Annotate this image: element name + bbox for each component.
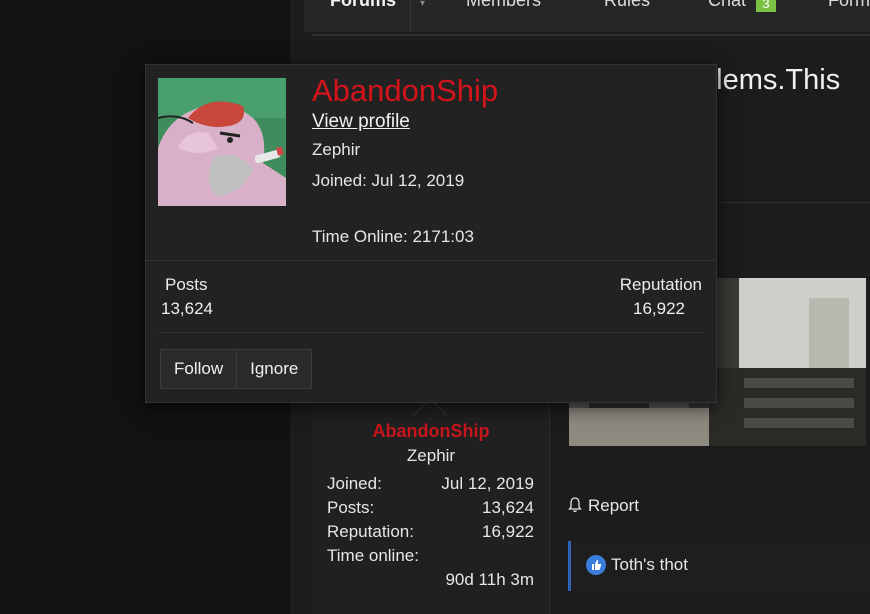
- avatar[interactable]: [158, 78, 286, 206]
- nav-rules[interactable]: Rules: [604, 0, 650, 16]
- nav-separator: [410, 0, 411, 32]
- popup-joined: Joined: Jul 12, 2019: [312, 171, 465, 190]
- view-profile-link[interactable]: View profile: [312, 111, 410, 133]
- section-divider: [720, 202, 870, 203]
- stat-label: Reputation:: [327, 522, 414, 541]
- popup-reputation-label: Reputation: [619, 275, 702, 294]
- popup-button-group: Follow Ignore: [160, 349, 313, 389]
- ignore-button[interactable]: Ignore: [236, 350, 312, 388]
- stat-value: 16,922: [482, 522, 534, 541]
- popup-username[interactable]: AbandonShip: [312, 73, 498, 109]
- stat-label: Joined:: [327, 474, 382, 493]
- nav-forms[interactable]: Forms: [828, 0, 870, 16]
- popup-time-online: Time Online: 2171:03: [312, 227, 474, 246]
- follow-button[interactable]: Follow: [161, 350, 237, 388]
- stat-label: Time online:: [327, 546, 419, 565]
- popup-posts-label: Posts: [165, 275, 208, 294]
- like-icon: [586, 555, 606, 575]
- report-link[interactable]: Report: [568, 496, 639, 516]
- popup-divider: [158, 332, 704, 333]
- thread-title: plems.This: [700, 64, 841, 96]
- stat-value: 90d 11h 3m: [445, 570, 534, 589]
- nav-divider: [312, 34, 870, 36]
- stat-value: Jul 12, 2019: [441, 474, 534, 493]
- stat-label: Posts:: [327, 498, 375, 517]
- nav-forums[interactable]: Forums: [330, 0, 396, 16]
- chevron-down-icon[interactable]: ▾: [420, 0, 425, 9]
- chat-count-badge: 3: [756, 0, 776, 12]
- report-label: Report: [588, 496, 640, 515]
- popup-posts-value: 13,624: [161, 299, 213, 318]
- popup-user-title: Zephir: [312, 140, 361, 159]
- nav-chat[interactable]: Chat: [708, 0, 746, 16]
- post-user-title: Zephir: [406, 446, 456, 465]
- bell-icon: [568, 496, 584, 516]
- stat-value: 13,624: [482, 498, 534, 517]
- post-username[interactable]: AbandonShip: [312, 421, 550, 442]
- popup-divider: [146, 260, 716, 261]
- nav-members[interactable]: Members: [466, 0, 541, 16]
- reaction-bar[interactable]: Toth's thot: [568, 541, 870, 591]
- popup-reputation-value: 16,922: [633, 299, 685, 318]
- avatar-image: [158, 78, 286, 206]
- reaction-users[interactable]: Toth's thot: [611, 555, 688, 575]
- member-tooltip-card: AbandonShip View profile Zephir Joined: …: [145, 64, 717, 403]
